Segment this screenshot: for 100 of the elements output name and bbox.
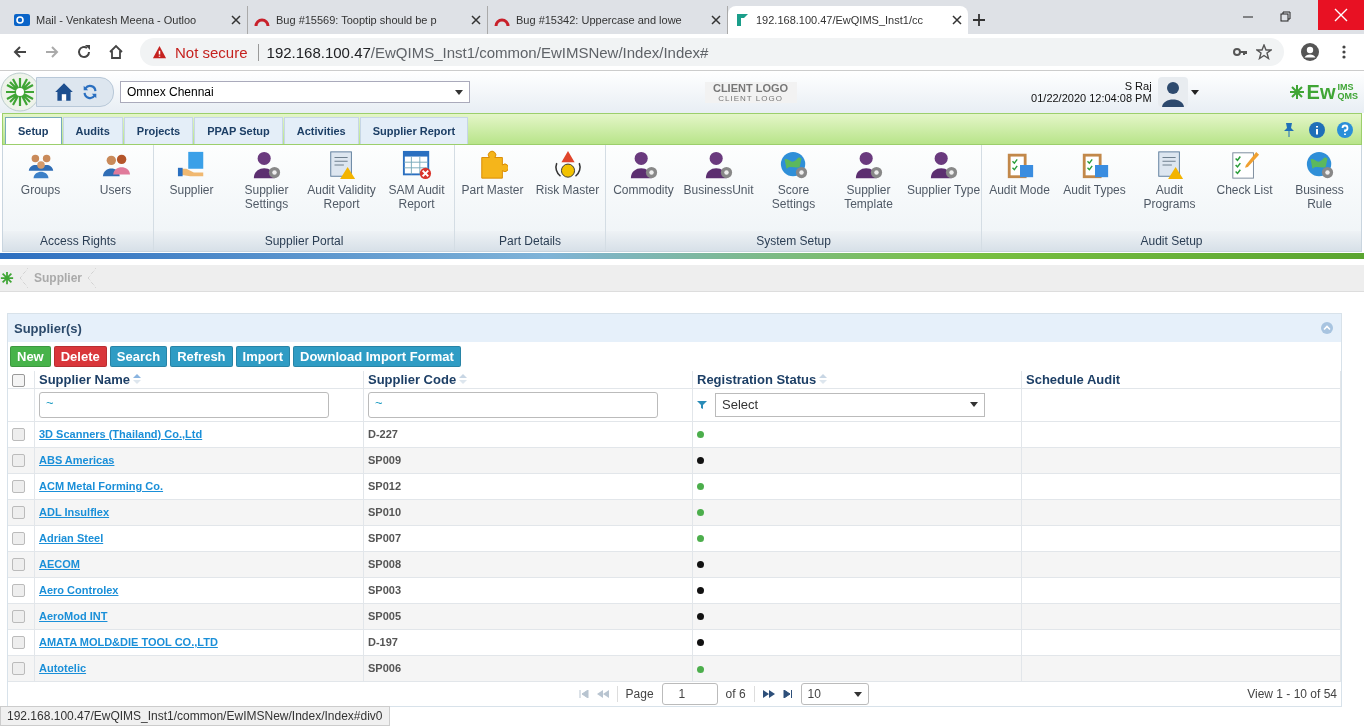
close-window-button[interactable]: [1318, 0, 1364, 30]
caret-icon: [853, 691, 862, 697]
supplier-link[interactable]: Aero Controlex: [39, 584, 119, 596]
reload-icon[interactable]: [76, 44, 92, 60]
menu-tab[interactable]: Audits: [62, 117, 123, 144]
status-url: 192.168.100.47/EwQIMS_Inst1/common/EwIMSNew/Index/Index#div0: [0, 706, 390, 726]
group-label: Access Rights: [3, 231, 153, 251]
row-checkbox[interactable]: [12, 428, 25, 442]
table-cell: SP012: [368, 480, 402, 492]
home-crumb-icon[interactable]: [0, 271, 14, 285]
menu-tab[interactable]: Activities: [283, 117, 359, 144]
ribbon-button[interactable]: Groups: [3, 145, 78, 231]
browser-tab[interactable]: 192.168.100.47/EwQIMS_Inst1/cc: [728, 6, 968, 34]
row-checkbox[interactable]: [12, 610, 25, 624]
table-cell: SP006: [368, 662, 402, 675]
refresh-icon[interactable]: [81, 83, 99, 101]
spreadsheet-icon: [401, 150, 432, 180]
menu-tab[interactable]: Projects: [123, 117, 194, 144]
person-gear-icon: [703, 150, 734, 180]
ribbon-button[interactable]: Audit Mode: [982, 145, 1057, 231]
tab-title: Mail - Venkatesh Meena - Outloo: [36, 14, 198, 26]
row-checkbox[interactable]: [12, 636, 25, 650]
forward-icon[interactable]: [44, 44, 60, 60]
close-icon[interactable]: [231, 15, 241, 25]
ribbon-button[interactable]: Supplier Template: [831, 145, 906, 231]
supplier-link[interactable]: Adrian Steel: [39, 532, 104, 544]
avatar-icon[interactable]: [1157, 77, 1188, 107]
table-cell: SP009: [368, 454, 402, 466]
last-page-icon[interactable]: [782, 690, 793, 698]
tab-title: Bug #15342: Uppercase and lowe: [516, 14, 683, 26]
sort-icon[interactable]: [133, 373, 142, 384]
profile-icon[interactable]: [1300, 42, 1320, 62]
back-icon[interactable]: [12, 44, 28, 60]
ribbon-button[interactable]: Audit Types: [1057, 145, 1132, 231]
ribbon-button[interactable]: Commodity: [606, 145, 681, 231]
menu-tab[interactable]: Supplier Report: [359, 117, 469, 144]
browser-tab[interactable]: Mail - Venkatesh Meena - Outloo: [8, 6, 248, 34]
table-cell: SP005: [368, 610, 402, 622]
column-header[interactable]: Registration Status: [697, 371, 817, 387]
column-header[interactable]: Supplier Name: [39, 371, 131, 387]
table-cell: D-227: [368, 428, 398, 440]
select-all-checkbox[interactable]: [12, 373, 25, 387]
ribbon-button[interactable]: BusinessUnit: [681, 145, 756, 231]
row-checkbox[interactable]: [12, 454, 25, 468]
ribbon-button[interactable]: SAM Audit Report: [379, 145, 454, 231]
row-checkbox[interactable]: [12, 584, 25, 598]
ribbon-button[interactable]: Supplier Type: [906, 145, 981, 231]
close-icon[interactable]: [471, 15, 481, 25]
restore-icon[interactable]: [1280, 11, 1292, 23]
page-size-dropdown[interactable]: 10: [800, 683, 869, 705]
row-checkbox[interactable]: [12, 558, 25, 572]
supplier-link[interactable]: ACM Metal Forming Co.: [39, 480, 164, 492]
star-icon[interactable]: [1256, 44, 1272, 60]
page-field[interactable]: 1: [661, 683, 718, 705]
supplier-link[interactable]: 3D Scanners (Thailand) Co.,Ltd: [39, 428, 203, 440]
next-page-icon[interactable]: [762, 690, 775, 698]
caret-icon: [970, 402, 978, 407]
filter-icon[interactable]: [697, 399, 707, 410]
row-checkbox[interactable]: [12, 532, 25, 546]
ribbon-button[interactable]: Supplier: [154, 145, 229, 231]
ribbon-button[interactable]: Audit Programs: [1132, 145, 1207, 231]
row-checkbox[interactable]: [12, 506, 25, 520]
column-header[interactable]: Schedule Audit: [1026, 371, 1121, 387]
help-icon[interactable]: [1337, 122, 1353, 138]
previous-page-icon[interactable]: [596, 690, 609, 698]
row-checkbox[interactable]: [12, 480, 25, 494]
supplier-link[interactable]: AMATA MOLD&DIE TOOL CO.,LTD: [39, 636, 218, 648]
record-count: View 1 - 10 of 54: [1247, 687, 1337, 701]
group-label: Audit Setup: [982, 231, 1361, 251]
ribbon-button[interactable]: Check List: [1207, 145, 1282, 231]
warning-icon: [152, 44, 167, 60]
site-dropdown[interactable]: Omnex Chennai: [120, 81, 470, 103]
close-icon[interactable]: [711, 15, 721, 25]
close-icon[interactable]: [952, 15, 962, 25]
person-gear-icon: [853, 150, 884, 180]
ribbon-button[interactable]: Supplier Settings: [229, 145, 304, 231]
ribbon-button[interactable]: Risk Master: [530, 145, 605, 231]
column-header[interactable]: Supplier Code: [368, 371, 457, 387]
menu-tab[interactable]: Setup: [5, 117, 62, 144]
ribbon-button[interactable]: Business Rule: [1282, 145, 1357, 231]
caret-icon[interactable]: [1190, 89, 1199, 95]
address-bar[interactable]: Not secure 192.168.100.47/EwQIMS_Inst1/common/EwIMSNew/Index/Index#: [140, 38, 1284, 66]
ribbon-button[interactable]: Users: [78, 145, 153, 231]
ribbon-button[interactable]: Audit Validity Report: [304, 145, 379, 231]
info-icon[interactable]: [1309, 122, 1325, 138]
globe-gear-icon: [1304, 150, 1335, 180]
browser-tab[interactable]: Bug #15569: Tooptip should be p: [248, 6, 488, 34]
ribbon-button[interactable]: Score Settings: [756, 145, 831, 231]
action-button[interactable]: Delete: [53, 346, 107, 367]
collapse-icon[interactable]: [1321, 322, 1333, 334]
home-icon[interactable]: [108, 44, 124, 60]
first-page-icon[interactable]: [578, 690, 589, 698]
status-dropdown[interactable]: Select: [715, 392, 985, 417]
row-checkbox[interactable]: [12, 662, 25, 676]
new-tab-icon[interactable]: [972, 13, 986, 27]
menu-tab[interactable]: PPAP Setup: [194, 117, 283, 144]
home-icon[interactable]: [53, 81, 75, 103]
group-label: Supplier Portal: [154, 231, 454, 251]
ribbon-button[interactable]: Part Master: [455, 145, 530, 231]
security-label: Not secure: [175, 43, 259, 61]
